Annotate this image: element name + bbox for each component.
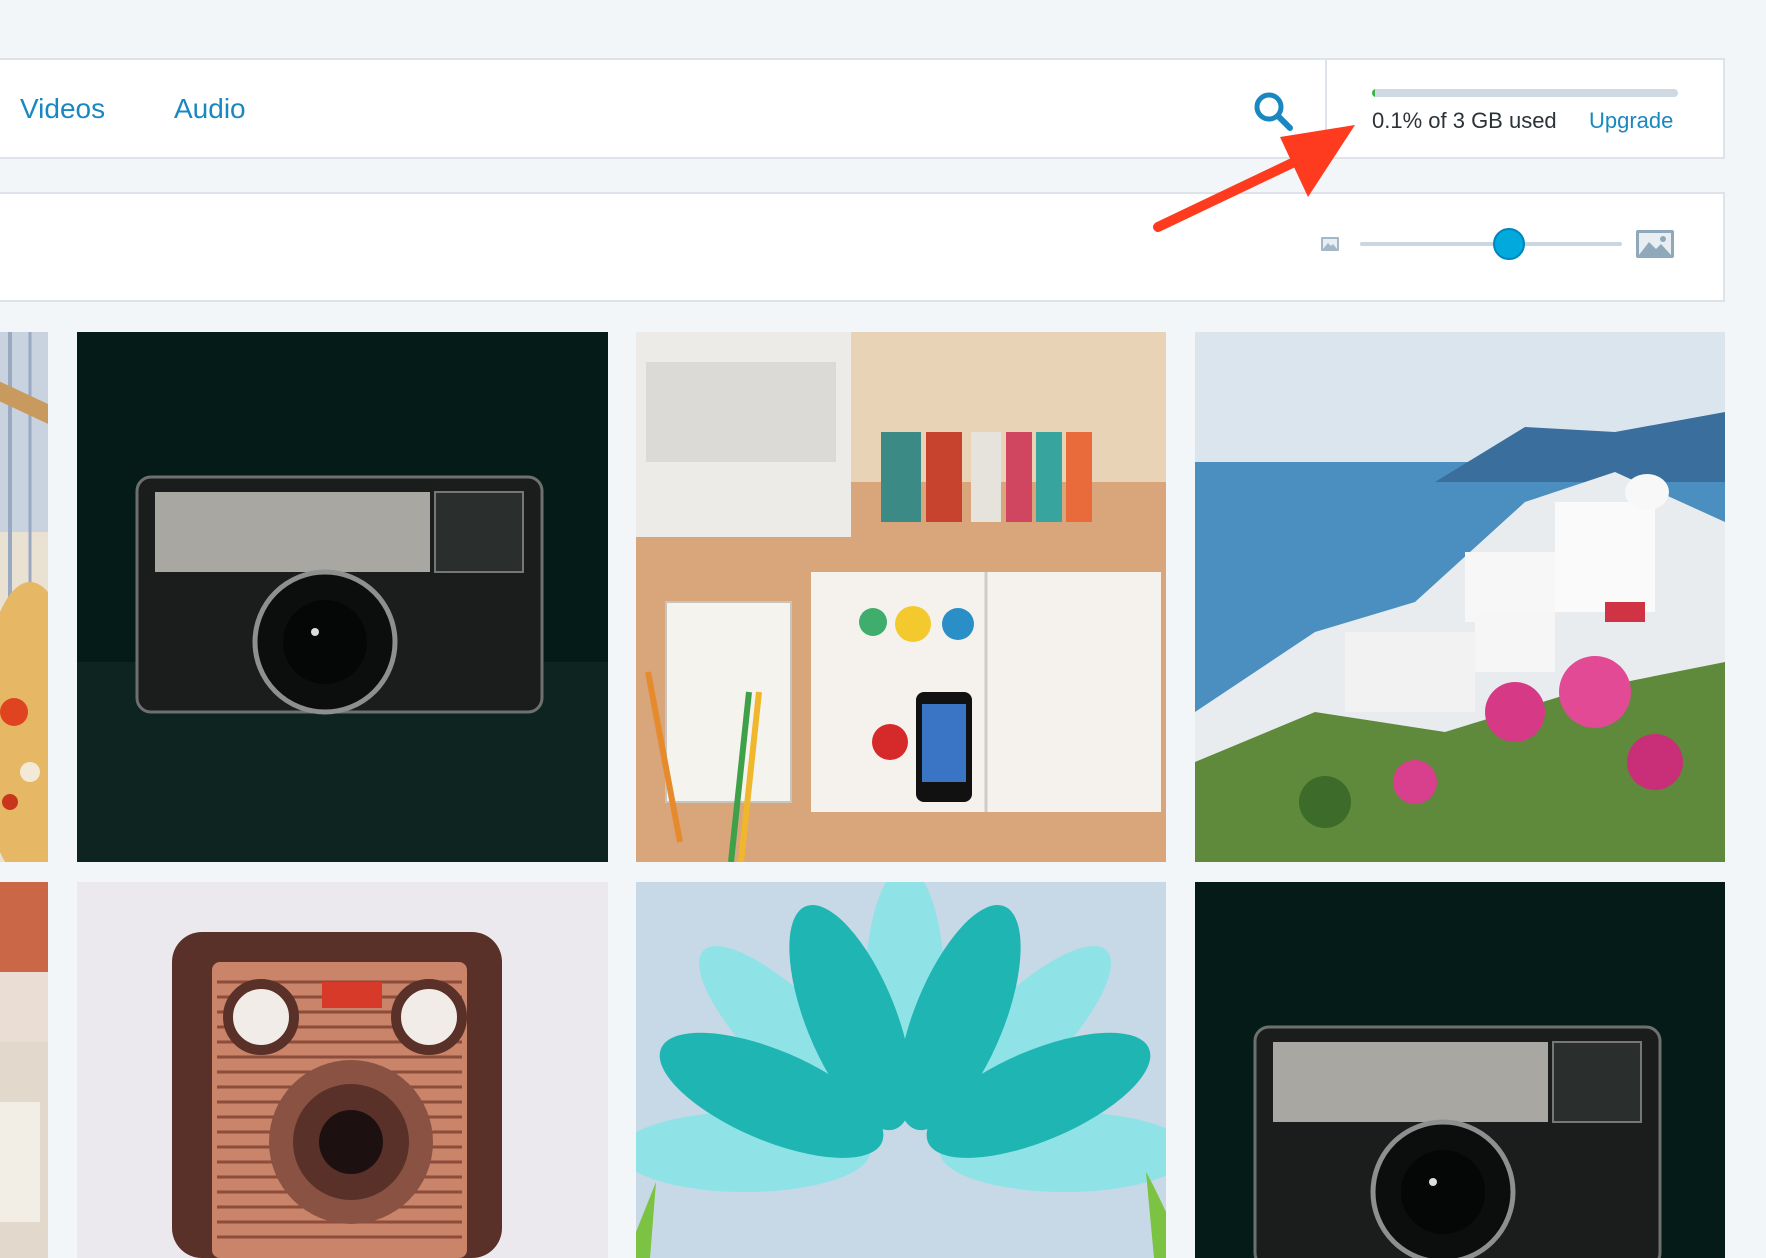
- media-item-food-partial[interactable]: [0, 332, 48, 862]
- media-item-kodak-box-camera[interactable]: [77, 882, 608, 1258]
- storage-usage-bar: [1372, 89, 1678, 97]
- media-item-kodak-instamatic-2[interactable]: [1195, 882, 1725, 1258]
- tab-audio[interactable]: Audio: [174, 93, 246, 125]
- image-small-icon: [1320, 236, 1340, 252]
- media-item-kodak-instamatic[interactable]: [77, 332, 608, 862]
- media-item-teal-flower[interactable]: [636, 882, 1166, 1258]
- storage-usage-text: 0.1% of 3 GB used: [1372, 108, 1557, 133]
- header-divider: [1325, 58, 1327, 159]
- media-item-santorini[interactable]: [1195, 332, 1725, 862]
- upgrade-link[interactable]: Upgrade: [1589, 108, 1673, 134]
- storage-usage-fill: [1372, 89, 1375, 97]
- tab-videos[interactable]: Videos: [20, 93, 105, 125]
- media-toolbar: [0, 192, 1725, 302]
- search-icon[interactable]: [1250, 88, 1296, 134]
- zoom-slider-track[interactable]: [1360, 242, 1622, 246]
- image-large-icon: [1635, 229, 1675, 259]
- media-item-desk-workspace[interactable]: [636, 332, 1166, 862]
- media-item-food-partial-2[interactable]: [0, 882, 48, 1258]
